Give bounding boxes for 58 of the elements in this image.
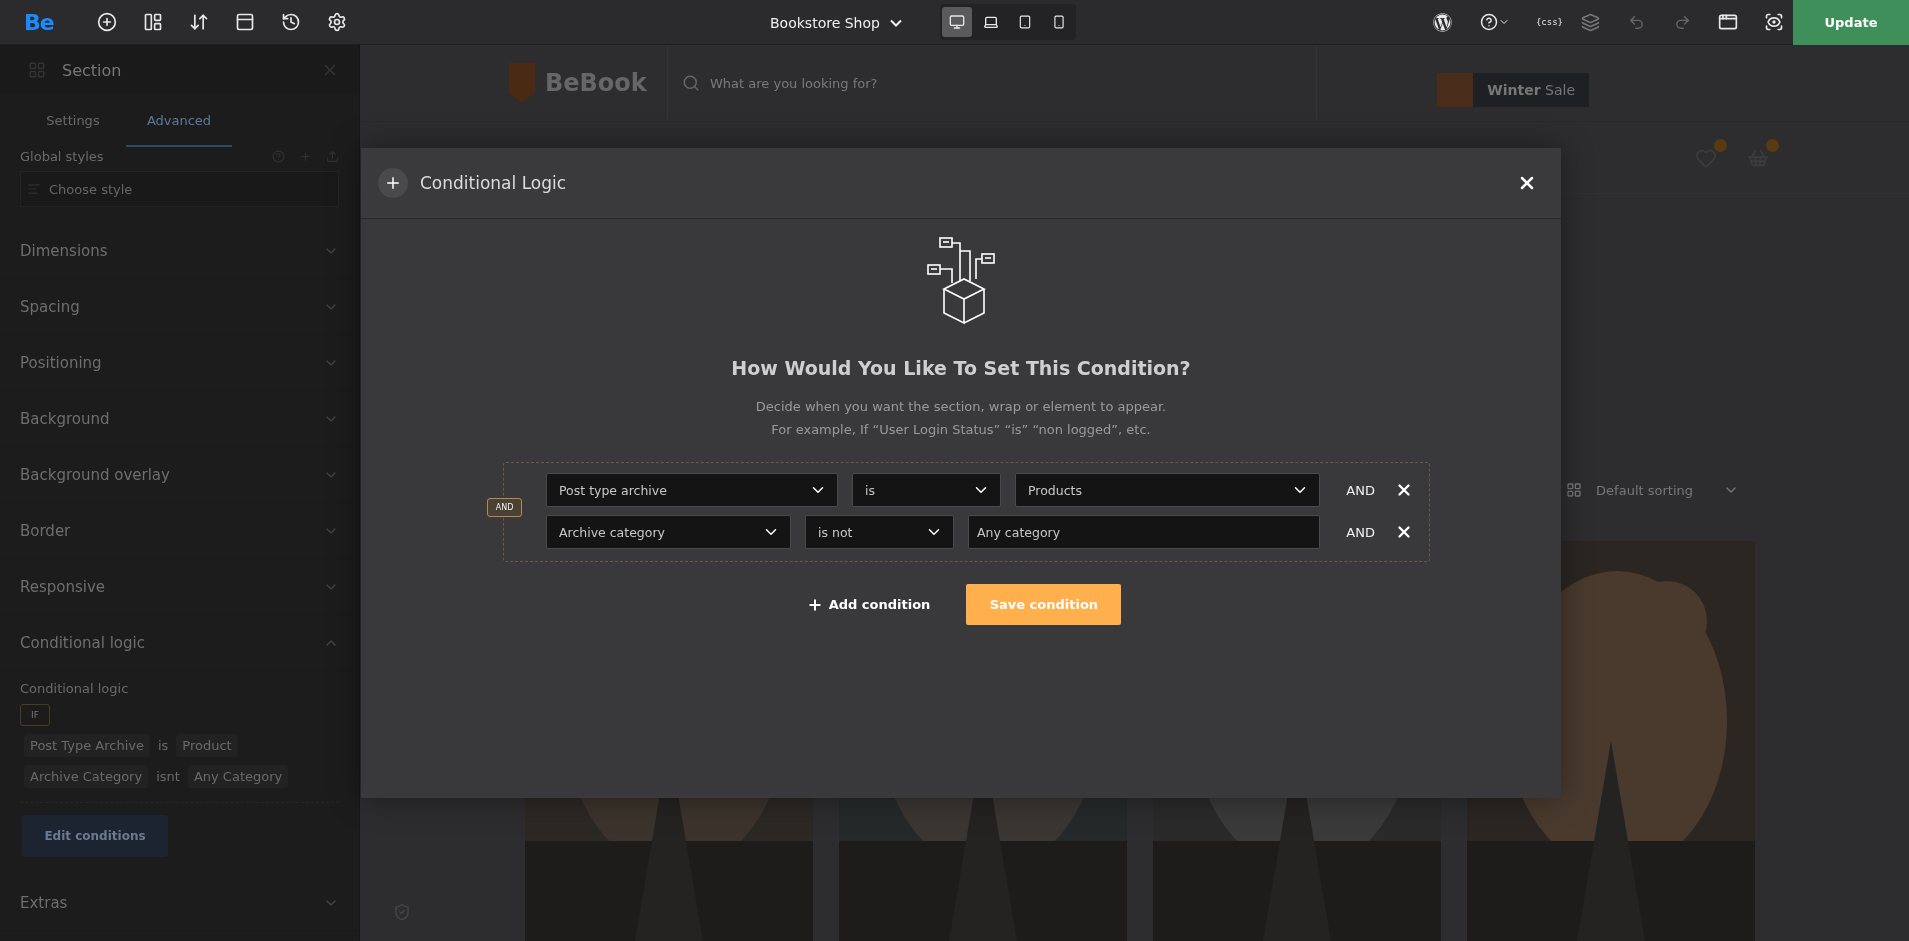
add-icon[interactable] [378,168,408,198]
edit-conditions-button[interactable]: Edit conditions [22,815,168,857]
promo-banner[interactable]: Winter Sale [1437,73,1589,107]
panel-tab[interactable]: Advanced [126,95,232,147]
logo[interactable]: Be [24,9,96,35]
field-label: Conditional logic [20,681,130,696]
site-logo: BeBook [545,69,647,98]
update-button[interactable]: Update [1793,0,1909,45]
sort-select[interactable]: Default sorting [1596,482,1739,499]
settings-icon[interactable] [326,11,348,33]
section-icon [28,61,46,79]
search-field[interactable]: What are you looking for? [667,45,1317,122]
history-icon[interactable] [280,11,302,33]
operator-text: isnt [156,769,180,784]
and-label: AND [1346,524,1375,540]
description-text: For example, If “User Login Status” “is” “non logged”, etc. [771,422,1151,437]
condition-chip: Product [176,734,238,757]
description-text: Decide when you want the section, wrap or element to appear. [755,399,1167,414]
and-label: AND [1346,482,1375,498]
modal-title: Conditional Logic [420,173,567,193]
condition-chip: Post Type Archive [24,734,150,757]
shield-logo-icon [509,63,535,104]
css-button[interactable]: {css} [1535,17,1563,27]
connected-boxes-icon [926,237,996,325]
remove-button[interactable] [1395,481,1413,499]
site-selector[interactable]: Bookstore Shop [770,0,902,45]
layers-icon[interactable] [1579,11,1601,33]
panel-tab[interactable]: Settings [20,95,126,147]
value-field[interactable]: Any category [968,515,1321,549]
global-styles-label: Global styles [20,148,104,164]
operator-select[interactable]: is [852,473,1001,507]
template-icon[interactable] [234,11,256,33]
condition-chip: Any Category [187,765,289,788]
style-select[interactable]: Choose style [20,171,339,207]
layout-add-icon[interactable] [142,11,164,33]
search-icon [682,74,700,93]
add-icon[interactable] [96,11,118,33]
save-condition-button[interactable]: Save condition [966,584,1122,625]
value-select[interactable]: Products [1015,473,1321,507]
plus-icon [806,596,823,613]
notification-dot [1714,138,1727,152]
operator-select[interactable]: is not [805,515,954,549]
eye-icon[interactable] [1763,11,1785,33]
modal-heading: How Would You Like To Set This Condition? [731,357,1191,379]
desktop-view-icon[interactable] [942,7,972,37]
field-select[interactable]: Archive category [546,515,791,549]
notification-dot [1766,138,1779,152]
remove-button[interactable] [1395,523,1413,541]
condition-chip: Archive Category [24,765,149,788]
grid-icon[interactable] [1566,482,1583,499]
operator-text: is [157,738,169,753]
panel-title: Section [62,60,122,80]
wordpress-icon[interactable] [1431,11,1454,33]
if-badge: IF [20,704,50,726]
chevron-down-icon [889,18,902,27]
field-select[interactable]: Post type archive [546,473,838,507]
and-badge: AND [487,498,522,517]
add-condition-button[interactable]: Add condition [800,595,937,614]
